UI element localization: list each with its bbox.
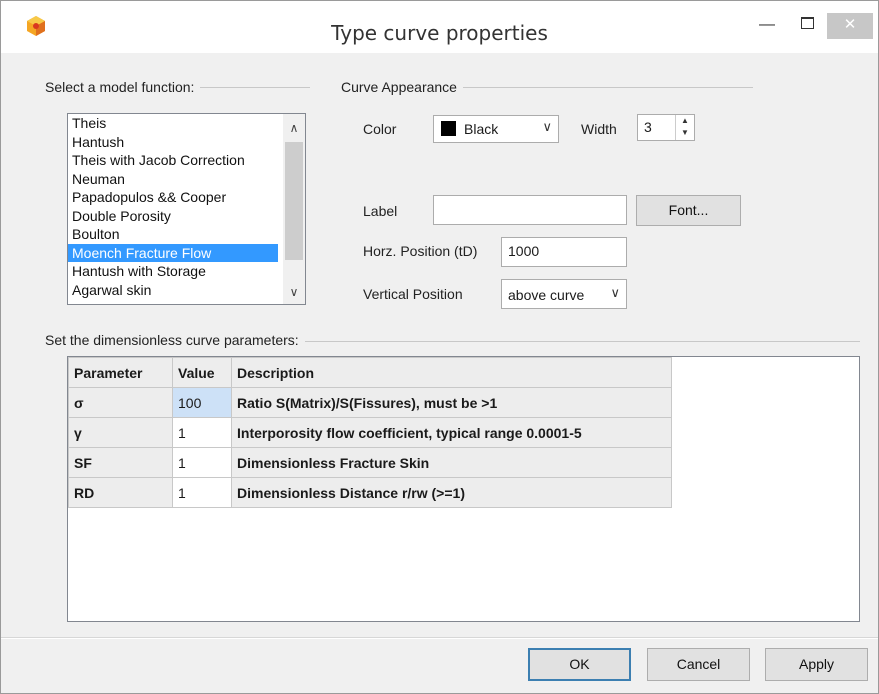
list-item[interactable]: Boulton xyxy=(68,225,278,244)
param-value-cell[interactable]: 1 xyxy=(172,417,232,448)
param-value-cell[interactable]: 100 xyxy=(172,387,232,418)
font-button[interactable]: Font... xyxy=(636,195,741,226)
parameter-table: Parameter Value Description σ 100 Ratio S(… xyxy=(68,357,672,508)
width-spinbox[interactable]: 3 ▲ ▼ xyxy=(637,114,695,141)
ok-button[interactable]: OK xyxy=(528,648,631,681)
list-item[interactable]: Hantush xyxy=(68,133,278,152)
params-group-label: Set the dimensionless curve parameters: xyxy=(45,332,305,348)
list-item[interactable]: Neuman xyxy=(68,170,278,189)
list-item[interactable]: Papadopulos && Cooper xyxy=(68,188,278,207)
close-button[interactable]: ✕ xyxy=(827,13,873,39)
scroll-down-icon[interactable]: ∨ xyxy=(283,282,305,302)
dialog-window: Type curve properties — ✕ Select a model… xyxy=(0,0,879,694)
table-header-row: Parameter Value Description xyxy=(68,357,672,388)
scroll-thumb[interactable] xyxy=(285,142,303,260)
width-value: 3 xyxy=(644,119,652,135)
param-description-cell: Dimensionless Distance r/rw (>=1) xyxy=(231,477,672,508)
horz-position-input[interactable]: 1000 xyxy=(501,237,627,267)
maximize-button[interactable] xyxy=(787,13,827,39)
param-description-cell: Dimensionless Fracture Skin xyxy=(231,447,672,478)
table-row: σ 100 Ratio S(Matrix)/S(Fissures), must be… xyxy=(68,387,672,418)
color-dropdown[interactable]: Black ∨ xyxy=(433,115,559,143)
vert-position-value: above curve xyxy=(508,287,585,303)
cancel-button[interactable]: Cancel xyxy=(647,648,750,681)
table-row: SF 1 Dimensionless Fracture Skin xyxy=(68,447,672,478)
model-group-label: Select a model function: xyxy=(45,79,201,95)
param-value-cell[interactable]: 1 xyxy=(172,477,232,508)
title-bar: Type curve properties — ✕ xyxy=(1,1,878,53)
spin-down-icon[interactable]: ▼ xyxy=(676,127,694,139)
header-value[interactable]: Value xyxy=(172,357,232,388)
parameter-rows: σ 100 Ratio S(Matrix)/S(Fissures), must be… xyxy=(68,387,672,508)
param-name-cell: γ xyxy=(68,417,173,448)
parameter-grid[interactable]: Parameter Value Description σ 100 Ratio S(… xyxy=(67,356,860,622)
chevron-down-icon: ∨ xyxy=(542,119,552,134)
color-value: Black xyxy=(464,121,499,137)
chevron-down-icon: ∨ xyxy=(610,285,620,300)
label-input[interactable] xyxy=(433,195,627,225)
header-description[interactable]: Description xyxy=(231,357,672,388)
model-function-list[interactable]: Theis Hantush Theis with Jacob Correction N… xyxy=(67,113,306,305)
label-field-label: Label xyxy=(363,203,398,219)
vert-position-dropdown[interactable]: above curve ∨ xyxy=(501,279,627,309)
list-item[interactable]: Moench Fracture Flow xyxy=(68,243,278,262)
color-swatch xyxy=(441,121,456,136)
list-item[interactable]: Hantush with Storage xyxy=(68,262,278,281)
spin-up-icon[interactable]: ▲ xyxy=(676,115,694,127)
footer-divider-highlight xyxy=(1,638,878,639)
param-description-cell: Interporosity flow coefficient, typical … xyxy=(231,417,672,448)
appearance-group-label: Curve Appearance xyxy=(341,79,463,95)
list-item[interactable]: Theis with Jacob Correction xyxy=(68,151,278,170)
list-scrollbar[interactable]: ∧ ∨ xyxy=(283,114,305,304)
spin-buttons[interactable]: ▲ ▼ xyxy=(675,115,694,140)
list-item[interactable]: Double Porosity xyxy=(68,207,278,226)
param-name-cell: SF xyxy=(68,447,173,478)
param-name-cell: σ xyxy=(68,387,173,418)
scroll-up-icon[interactable]: ∧ xyxy=(283,118,305,138)
maximize-icon xyxy=(800,16,814,29)
horz-position-label: Horz. Position (tD) xyxy=(363,243,478,259)
vert-position-label: Vertical Position xyxy=(363,286,463,302)
apply-button[interactable]: Apply xyxy=(765,648,868,681)
table-row: γ 1 Interporosity flow coefficient, typica… xyxy=(68,417,672,448)
param-description-cell: Ratio S(Matrix)/S(Fissures), must be >1 xyxy=(231,387,672,418)
header-parameter[interactable]: Parameter xyxy=(68,357,173,388)
table-row: RD 1 Dimensionless Distance r/rw (>=1) xyxy=(68,477,672,508)
param-value-cell[interactable]: 1 xyxy=(172,447,232,478)
list-item[interactable]: Agarwal skin xyxy=(68,281,278,300)
list-item[interactable]: Theis xyxy=(68,114,278,133)
width-label: Width xyxy=(581,121,617,137)
minimize-icon: — xyxy=(759,16,775,33)
list-items: Theis Hantush Theis with Jacob Correction N… xyxy=(68,114,305,299)
minimize-button[interactable]: — xyxy=(747,13,787,39)
close-icon: ✕ xyxy=(843,16,857,33)
color-label: Color xyxy=(363,121,397,137)
param-name-cell: RD xyxy=(68,477,173,508)
